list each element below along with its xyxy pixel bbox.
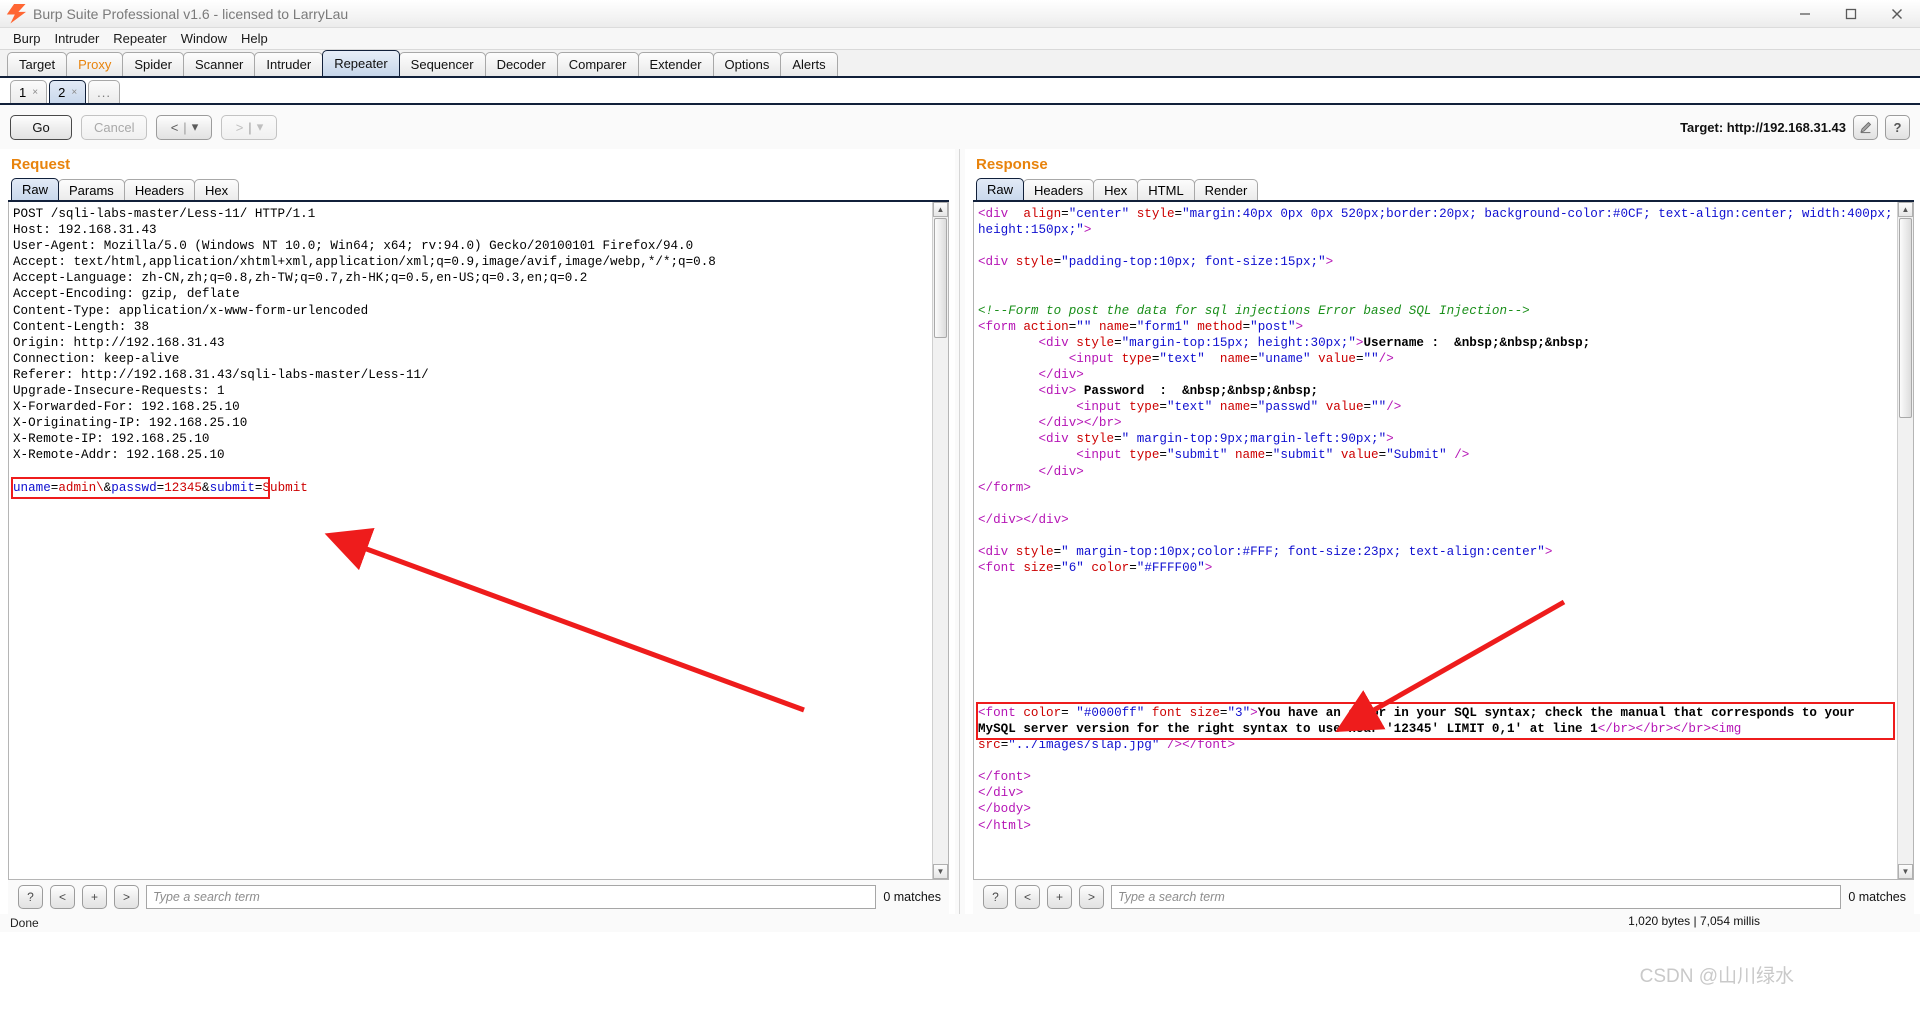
menu-item-help[interactable]: Help [234, 29, 275, 48]
response-tab-render[interactable]: Render [1193, 179, 1259, 200]
chevron-down-icon: ▾ [256, 119, 264, 134]
request-match-count: 0 matches [883, 890, 941, 904]
request-search-input[interactable]: Type a search term [146, 885, 877, 909]
menu-item-repeater[interactable]: Repeater [106, 29, 173, 48]
response-find-bar: ? < + > Type a search term 0 matches [973, 880, 1914, 914]
tab-scanner[interactable]: Scanner [182, 52, 256, 76]
request-scrollbar[interactable]: ▲ ▼ [932, 202, 948, 879]
question-icon[interactable]: ? [1885, 114, 1910, 140]
find-add-icon[interactable]: + [1047, 885, 1072, 909]
find-next-icon[interactable]: > [1079, 885, 1104, 909]
response-tab-html[interactable]: HTML [1137, 179, 1195, 200]
response-size-text: 1,020 bytes | 7,054 millis [1628, 914, 1760, 928]
response-raw-text[interactable]: <div align="center" style="margin:40px 0… [974, 202, 1897, 879]
close-icon[interactable] [1874, 0, 1920, 28]
response-match-count: 0 matches [1848, 890, 1906, 904]
repeater-tab-2[interactable]: 2 × [49, 80, 87, 103]
close-icon[interactable]: × [71, 87, 77, 98]
menu-bar: Burp Intruder Repeater Window Help [0, 28, 1920, 50]
response-subtabs: Raw Headers Hex HTML Render [973, 178, 1914, 202]
request-raw-text[interactable]: POST /sqli-labs-master/Less-11/ HTTP/1.1… [9, 202, 932, 879]
find-next-icon[interactable]: > [114, 885, 139, 909]
request-pane: Request Raw Params Headers Hex POST /sql… [0, 149, 955, 914]
go-button[interactable]: Go [10, 114, 72, 140]
repeater-tab-1-label: 1 [19, 84, 27, 100]
tab-repeater[interactable]: Repeater [322, 50, 400, 76]
scroll-up-icon[interactable]: ▲ [1898, 202, 1913, 217]
scroll-down-icon[interactable]: ▼ [933, 864, 948, 879]
request-subtabs: Raw Params Headers Hex [8, 178, 949, 202]
pane-splitter[interactable] [955, 149, 965, 914]
target-area: Target: http://192.168.31.43 ? [1680, 105, 1910, 149]
tab-options[interactable]: Options [712, 52, 782, 76]
tab-alerts[interactable]: Alerts [780, 52, 838, 76]
window-title: Burp Suite Professional v1.6 - licensed … [33, 5, 349, 22]
request-response-split: Request Raw Params Headers Hex POST /sql… [0, 149, 1920, 914]
request-tab-raw[interactable]: Raw [11, 178, 60, 200]
chevron-right-icon: > [235, 119, 244, 135]
burp-bolt-icon [6, 3, 26, 24]
response-title: Response [976, 156, 1048, 173]
request-tab-headers[interactable]: Headers [123, 179, 195, 200]
status-text: Done [10, 916, 39, 930]
window-controls [1782, 0, 1920, 28]
tab-sequencer[interactable]: Sequencer [398, 52, 486, 76]
ellipsis-icon: ... [97, 84, 111, 100]
response-tab-hex[interactable]: Hex [1093, 179, 1139, 200]
scroll-thumb[interactable] [934, 218, 947, 338]
response-search-input[interactable]: Type a search term [1111, 885, 1842, 909]
scroll-thumb[interactable] [1899, 218, 1912, 418]
chevron-down-icon: ▾ [191, 119, 199, 134]
minimize-icon[interactable] [1782, 0, 1828, 28]
csdn-watermark: CSDN @山川绿水 [1639, 966, 1794, 987]
button-separator: | [183, 119, 187, 135]
menu-item-burp[interactable]: Burp [6, 29, 47, 48]
tab-extender[interactable]: Extender [637, 52, 714, 76]
repeater-tab-1[interactable]: 1 × [10, 80, 48, 103]
pencil-icon[interactable] [1853, 114, 1878, 140]
request-tab-params[interactable]: Params [58, 179, 125, 200]
tab-proxy[interactable]: Proxy [66, 52, 124, 76]
request-find-bar: ? < + > Type a search term 0 matches [8, 880, 949, 914]
tab-target[interactable]: Target [7, 52, 68, 76]
response-viewer[interactable]: <div align="center" style="margin:40px 0… [973, 202, 1914, 880]
cancel-button[interactable]: Cancel [81, 114, 148, 140]
repeater-action-bar: Go Cancel < | ▾ > | ▾ Target: http://192… [0, 105, 1920, 149]
repeater-tab-2-label: 2 [58, 84, 66, 100]
repeater-tab-bar: 1 × 2 × ... [0, 78, 1920, 105]
scroll-up-icon[interactable]: ▲ [933, 202, 948, 217]
main-tab-bar: Target Proxy Spider Scanner Intruder Rep… [0, 50, 1920, 78]
repeater-tab-new[interactable]: ... [88, 80, 120, 103]
menu-item-window[interactable]: Window [174, 29, 234, 48]
find-prev-icon[interactable]: < [50, 885, 75, 909]
chevron-left-icon: < [170, 119, 179, 135]
response-tab-raw[interactable]: Raw [976, 178, 1025, 200]
tab-comparer[interactable]: Comparer [556, 52, 639, 76]
find-help-icon[interactable]: ? [18, 885, 43, 909]
response-scrollbar[interactable]: ▲ ▼ [1897, 202, 1913, 879]
response-tab-headers[interactable]: Headers [1023, 179, 1095, 200]
target-label: Target: http://192.168.31.43 [1680, 119, 1846, 135]
request-viewer[interactable]: POST /sqli-labs-master/Less-11/ HTTP/1.1… [8, 202, 949, 880]
tab-spider[interactable]: Spider [122, 52, 184, 76]
scroll-down-icon[interactable]: ▼ [1898, 864, 1913, 879]
forward-button[interactable]: > | ▾ [221, 114, 278, 140]
back-button[interactable]: < | ▾ [156, 114, 213, 140]
status-bar: Done 1,020 bytes | 7,054 millis [0, 914, 1920, 932]
request-title: Request [11, 156, 71, 173]
maximize-icon[interactable] [1828, 0, 1874, 28]
tab-decoder[interactable]: Decoder [484, 52, 558, 76]
response-pane: Response Raw Headers Hex HTML Render <di… [965, 149, 1920, 914]
close-icon[interactable]: × [32, 87, 38, 98]
find-add-icon[interactable]: + [82, 885, 107, 909]
find-prev-icon[interactable]: < [1015, 885, 1040, 909]
button-separator: | [248, 119, 252, 135]
window-titlebar: Burp Suite Professional v1.6 - licensed … [0, 0, 1920, 28]
request-tab-hex[interactable]: Hex [193, 179, 240, 200]
menu-item-intruder[interactable]: Intruder [47, 29, 106, 48]
tab-intruder[interactable]: Intruder [254, 52, 324, 76]
find-help-icon[interactable]: ? [983, 885, 1008, 909]
